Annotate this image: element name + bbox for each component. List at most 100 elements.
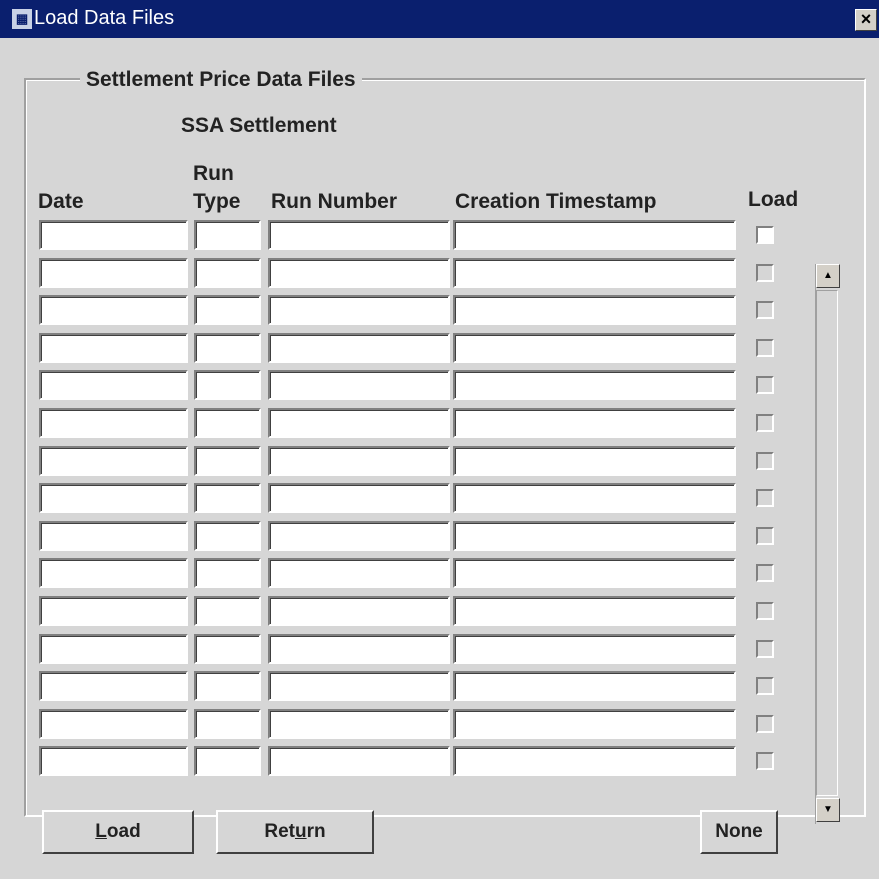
vertical-scrollbar[interactable]: ▲ ▼	[815, 264, 840, 824]
run-type-field[interactable]	[194, 483, 261, 513]
run-number-field[interactable]	[268, 220, 450, 250]
load-checkbox[interactable]	[756, 414, 774, 432]
col-header-date: Date	[38, 190, 84, 213]
load-checkbox[interactable]	[756, 452, 774, 470]
run-number-field[interactable]	[268, 408, 450, 438]
run-type-field[interactable]	[194, 709, 261, 739]
run-number-field[interactable]	[268, 558, 450, 588]
load-label-rest: oad	[106, 821, 141, 842]
date-field[interactable]	[39, 295, 188, 325]
creation-timestamp-field[interactable]	[453, 671, 736, 701]
date-field[interactable]	[39, 521, 188, 551]
load-checkbox[interactable]	[756, 602, 774, 620]
date-field[interactable]	[39, 370, 188, 400]
dialog-client-area: Settlement Price Data Files SSA Settleme…	[0, 38, 879, 879]
run-type-field[interactable]	[194, 408, 261, 438]
date-field[interactable]	[39, 596, 188, 626]
return-mnemonic: u	[295, 821, 307, 842]
load-checkbox[interactable]	[756, 301, 774, 319]
load-mnemonic: L	[95, 821, 107, 842]
creation-timestamp-field[interactable]	[453, 333, 736, 363]
load-checkbox[interactable]	[756, 226, 774, 244]
run-type-field[interactable]	[194, 521, 261, 551]
app-icon: ▦	[12, 9, 32, 29]
load-checkbox[interactable]	[756, 527, 774, 545]
close-button[interactable]: ×	[855, 9, 877, 31]
date-field[interactable]	[39, 408, 188, 438]
creation-timestamp-field[interactable]	[453, 408, 736, 438]
date-field[interactable]	[39, 483, 188, 513]
date-field[interactable]	[39, 258, 188, 288]
creation-timestamp-field[interactable]	[453, 258, 736, 288]
creation-timestamp-field[interactable]	[453, 446, 736, 476]
return-label-rest: rn	[306, 821, 326, 842]
run-number-field[interactable]	[268, 596, 450, 626]
col-header-run-number: Run Number	[271, 190, 397, 213]
creation-timestamp-field[interactable]	[453, 596, 736, 626]
run-type-field[interactable]	[194, 220, 261, 250]
none-button[interactable]: None	[700, 810, 778, 854]
creation-timestamp-field[interactable]	[453, 370, 736, 400]
date-field[interactable]	[39, 220, 188, 250]
col-header-run-type-line1: Run	[193, 162, 234, 185]
col-header-run-type-line2: Type	[193, 190, 241, 213]
date-field[interactable]	[39, 333, 188, 363]
load-checkbox[interactable]	[756, 339, 774, 357]
creation-timestamp-field[interactable]	[453, 220, 736, 250]
run-type-field[interactable]	[194, 634, 261, 664]
creation-timestamp-field[interactable]	[453, 746, 736, 776]
run-number-field[interactable]	[268, 746, 450, 776]
scroll-up-button[interactable]: ▲	[816, 264, 840, 288]
load-checkbox[interactable]	[756, 376, 774, 394]
run-number-field[interactable]	[268, 446, 450, 476]
load-button[interactable]: Load	[42, 810, 194, 854]
return-label-start: Ret	[264, 821, 295, 842]
run-type-field[interactable]	[194, 333, 261, 363]
creation-timestamp-field[interactable]	[453, 709, 736, 739]
date-field[interactable]	[39, 746, 188, 776]
date-field[interactable]	[39, 558, 188, 588]
load-checkbox[interactable]	[756, 677, 774, 695]
run-type-field[interactable]	[194, 671, 261, 701]
load-checkbox[interactable]	[756, 752, 774, 770]
run-type-field[interactable]	[194, 446, 261, 476]
load-checkbox[interactable]	[756, 564, 774, 582]
col-header-load: Load	[748, 188, 799, 211]
run-number-field[interactable]	[268, 483, 450, 513]
date-field[interactable]	[39, 446, 188, 476]
run-type-field[interactable]	[194, 558, 261, 588]
date-field[interactable]	[39, 709, 188, 739]
load-checkbox[interactable]	[756, 264, 774, 282]
creation-timestamp-field[interactable]	[453, 521, 736, 551]
run-type-field[interactable]	[194, 295, 261, 325]
run-number-field[interactable]	[268, 370, 450, 400]
scroll-track[interactable]	[816, 290, 838, 796]
creation-timestamp-field[interactable]	[453, 295, 736, 325]
creation-timestamp-field[interactable]	[453, 483, 736, 513]
window-title: Load Data Files	[34, 7, 175, 29]
run-number-field[interactable]	[268, 521, 450, 551]
load-checkbox[interactable]	[756, 640, 774, 658]
group-label: Settlement Price Data Files	[80, 68, 362, 92]
scroll-down-button[interactable]: ▼	[816, 798, 840, 822]
creation-timestamp-field[interactable]	[453, 558, 736, 588]
date-field[interactable]	[39, 634, 188, 664]
date-field[interactable]	[39, 671, 188, 701]
run-number-field[interactable]	[268, 671, 450, 701]
col-header-creation-timestamp: Creation Timestamp	[455, 190, 657, 213]
run-type-field[interactable]	[194, 370, 261, 400]
creation-timestamp-field[interactable]	[453, 634, 736, 664]
return-button[interactable]: Return	[216, 810, 374, 854]
run-type-field[interactable]	[194, 258, 261, 288]
load-checkbox[interactable]	[756, 489, 774, 507]
run-number-field[interactable]	[268, 709, 450, 739]
load-checkbox[interactable]	[756, 715, 774, 733]
run-number-field[interactable]	[268, 634, 450, 664]
run-type-field[interactable]	[194, 746, 261, 776]
run-number-field[interactable]	[268, 258, 450, 288]
block-title: SSA Settlement	[181, 114, 337, 137]
run-number-field[interactable]	[268, 333, 450, 363]
run-number-field[interactable]	[268, 295, 450, 325]
run-type-field[interactable]	[194, 596, 261, 626]
title-bar: ▦ Load Data Files ×	[0, 0, 879, 38]
